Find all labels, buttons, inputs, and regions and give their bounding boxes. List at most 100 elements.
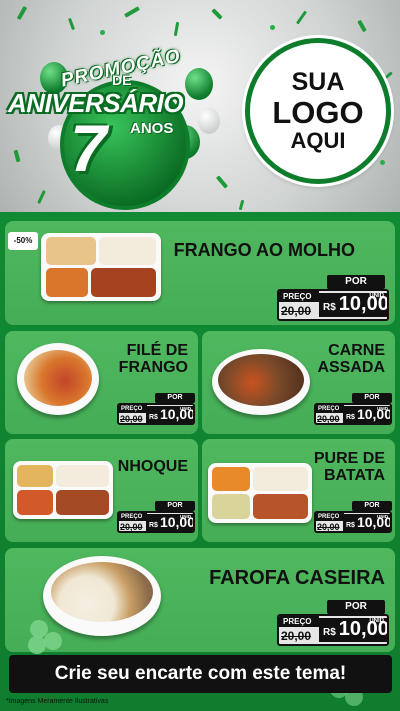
food-cell [91, 268, 156, 297]
price-por-label: POR [352, 501, 392, 511]
product-name: CARNE ASSADA [317, 342, 385, 376]
logo-text-2: LOGO [272, 95, 364, 130]
price-box: PREÇO 20,00 R$ 10,00 UNID [117, 511, 195, 533]
price-box: PREÇO 20,00 R$ 10,00 UNID [277, 289, 389, 321]
confetti [68, 17, 75, 31]
old-price: 20,00 [317, 414, 340, 424]
anniversary-emblem: PROMOÇÃO DE ANIVERSÁRIO 7 ANOS [8, 40, 238, 210]
price-preco-label: PREÇO [316, 405, 344, 413]
food-cell [253, 494, 308, 519]
promo-de: DE [112, 72, 132, 88]
confetti [100, 30, 105, 35]
currency-symbol: R$ [149, 414, 158, 421]
currency-symbol: R$ [323, 302, 336, 313]
old-price: 20,00 [120, 522, 143, 532]
food-cell [212, 494, 250, 519]
food-cell [212, 467, 250, 491]
confetti [211, 8, 223, 20]
old-price: 20,00 [120, 414, 143, 424]
clover-icon [44, 632, 62, 650]
price-box: PREÇO 20,00 R$ 10,00 UNID [117, 403, 195, 425]
promo-number: 7 [70, 111, 107, 185]
logo-placeholder[interactable]: SUA LOGO AQUI [245, 38, 391, 184]
price-preco-label: PREÇO [119, 405, 147, 413]
food-image-nhoque [13, 461, 113, 519]
confetti [295, 10, 308, 25]
product-name: FRANGO AO MOLHO [173, 240, 355, 260]
old-price: 20,00 [317, 522, 340, 532]
price-box: PREÇO 20,00 R$ 10,00 UNID [277, 614, 389, 646]
product-name: PURE DE BATATA [313, 450, 385, 484]
food-image-farofa-caseira [43, 556, 161, 636]
old-price: 20,00 [281, 629, 312, 643]
discount-badge: -50% [8, 232, 38, 250]
unit-label: UNID [377, 514, 388, 519]
food-cell [56, 490, 109, 515]
price-tag: POR PREÇO 20,00 R$ 10,00 UNID [314, 501, 392, 533]
confetti [16, 5, 28, 21]
price-preco-label: PREÇO [279, 616, 319, 627]
price-box: PREÇO 20,00 R$ 10,00 UNID [314, 403, 392, 425]
price-por-label: POR [327, 275, 385, 289]
product-card-carne-assada[interactable]: CARNE ASSADA POR PREÇO 20,00 R$ 10,00 UN… [202, 331, 395, 434]
food-fill [218, 354, 304, 406]
price-por-label: POR [327, 600, 385, 614]
clover-icon [28, 636, 46, 654]
price-por-label: POR [155, 393, 195, 403]
currency-symbol: R$ [323, 627, 336, 638]
food-cell [17, 465, 53, 487]
confetti [124, 6, 140, 18]
currency-symbol: R$ [346, 522, 355, 529]
unit-label: UNID [377, 406, 388, 411]
unit-label: UNID [180, 514, 191, 519]
unit-label: UNID [369, 618, 384, 624]
old-price: 20,00 [281, 304, 312, 318]
product-name: FILÉ DE FRANGO [118, 342, 188, 376]
price-tag: POR PREÇO 20,00 R$ 10,00 UNID [314, 393, 392, 425]
food-fill [51, 562, 153, 622]
promo-anos: ANOS [130, 120, 174, 137]
product-name: NHOQUE [117, 458, 188, 475]
product-card-nhoque[interactable]: NHOQUE POR PREÇO 20,00 R$ 10,00 UNID [5, 439, 198, 542]
food-fill [24, 350, 92, 406]
product-card-file-de-frango[interactable]: FILÉ DE FRANGO POR PREÇO 20,00 R$ 10,00 … [5, 331, 198, 434]
food-cell [253, 467, 308, 491]
food-image-file-de-frango [17, 343, 99, 415]
confetti [380, 160, 385, 165]
price-preco-label: PREÇO [279, 291, 319, 302]
price-por-label: POR [352, 393, 392, 403]
food-cell [99, 237, 156, 265]
unit-label: UNID [180, 406, 191, 411]
header-banner: PROMOÇÃO DE ANIVERSÁRIO 7 ANOS SUA LOGO … [0, 0, 400, 212]
food-image-carne-assada [212, 349, 310, 415]
food-cell [46, 237, 96, 265]
price-box: PREÇO 20,00 R$ 10,00 UNID [314, 511, 392, 533]
price-preco-label: PREÇO [316, 513, 344, 521]
cta-banner[interactable]: Crie seu encarte com este tema! [9, 655, 392, 693]
price-tag: POR PREÇO 20,00 R$ 10,00 UNID [117, 393, 195, 425]
confetti [37, 190, 46, 204]
product-card-farofa-caseira[interactable]: FAROFA CASEIRA POR PREÇO 20,00 R$ 10,00 … [5, 548, 395, 652]
food-cell [56, 465, 109, 487]
food-cell [46, 268, 88, 297]
logo-text-1: SUA [291, 68, 345, 96]
confetti [238, 199, 245, 211]
product-card-pure-de-batata[interactable]: PURE DE BATATA POR PREÇO 20,00 R$ 10,00 … [202, 439, 395, 542]
product-name: FAROFA CASEIRA [209, 567, 385, 589]
logo-text-3: AQUI [290, 128, 346, 153]
confetti [270, 25, 275, 30]
price-tag: POR PREÇO 20,00 R$ 10,00 UNID [117, 501, 195, 533]
disclaimer-text: *Imagens Meramente Ilustrativas [6, 698, 109, 705]
price-preco-label: PREÇO [119, 513, 147, 521]
confetti [357, 19, 367, 33]
price-tag: POR PREÇO 20,00 R$ 10,00 UNID [277, 600, 389, 646]
food-image-pure-de-batata [208, 463, 312, 523]
food-cell [17, 490, 53, 515]
currency-symbol: R$ [346, 414, 355, 421]
currency-symbol: R$ [149, 522, 158, 529]
price-tag: POR PREÇO 20,00 R$ 10,00 UNID [277, 275, 389, 321]
unit-label: UNID [369, 293, 384, 299]
product-card-frango-ao-molho[interactable]: FRANGO AO MOLHO POR PREÇO 20,00 R$ 10,00… [5, 221, 395, 325]
confetti [173, 21, 180, 37]
price-por-label: POR [155, 501, 195, 511]
